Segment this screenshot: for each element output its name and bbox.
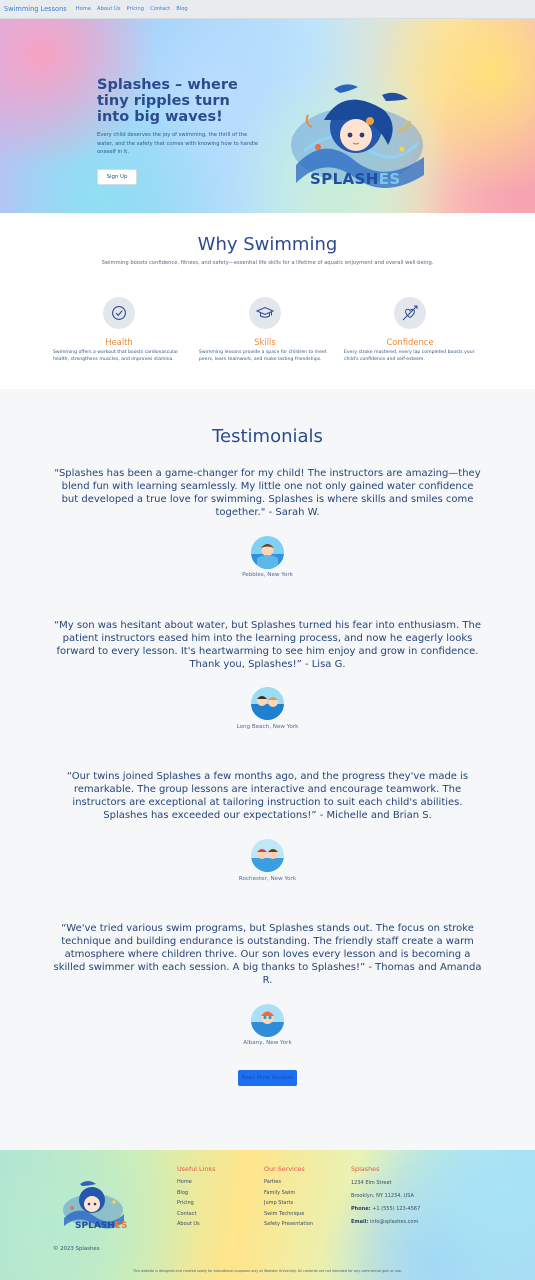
testimonial-quote: "Splashes has been a game-changer for my… bbox=[54, 468, 481, 518]
feature-title: Confidence bbox=[386, 337, 434, 347]
feature-text: Swimming lessons provide a space for chi… bbox=[199, 350, 327, 362]
testimonial-location: Albany, New York bbox=[243, 1040, 292, 1046]
sign-up-button[interactable]: Sign Up bbox=[97, 169, 137, 185]
footer-link-blog[interactable]: Blog bbox=[177, 1188, 215, 1199]
avatar bbox=[251, 687, 284, 720]
feature-icon-wrapper bbox=[103, 297, 135, 329]
avatar bbox=[251, 1004, 284, 1037]
testimonial-location: Pebbles, New York bbox=[242, 572, 293, 578]
nav-link-home[interactable]: Home bbox=[76, 6, 91, 12]
hero-logo-main: SPLASH bbox=[310, 170, 379, 188]
copyright: © 2023 Splashes bbox=[53, 1246, 100, 1252]
feature-confidence: Confidence Every stroke mastered, every … bbox=[344, 297, 476, 363]
footer-logo-text: SPLASHES bbox=[75, 1221, 127, 1231]
email-link[interactable]: info@splashes.com bbox=[370, 1219, 418, 1225]
nav-link-contact[interactable]: Contact bbox=[150, 6, 170, 12]
phone-label: Phone: bbox=[351, 1206, 371, 1212]
footer-logo-accent: ES bbox=[114, 1221, 128, 1231]
testimonial-quote: “We've tried various swim programs, but … bbox=[53, 923, 482, 986]
testimonial-location: Long Beach, New York bbox=[236, 724, 299, 730]
contact-phone: Phone: +1 (555) 123-4567 bbox=[351, 1203, 420, 1216]
column-heading: Our Services bbox=[264, 1165, 305, 1173]
heart-arrow-icon bbox=[402, 305, 418, 321]
column-heading: Splashes bbox=[351, 1165, 380, 1173]
brand-link[interactable]: Swimming Lessons bbox=[4, 5, 67, 13]
avatar bbox=[251, 536, 284, 569]
why-subtitle: Swimming boosts confidence, fitness, and… bbox=[101, 260, 434, 266]
why-swimming-section: Why Swimming Swimming boosts confidence,… bbox=[0, 213, 535, 389]
avatar bbox=[251, 839, 284, 872]
contact-city: Brooklyn, NY 11234, USA bbox=[351, 1193, 414, 1199]
feature-icon-wrapper bbox=[394, 297, 426, 329]
column-heading: Useful Links bbox=[177, 1165, 216, 1173]
footer-logo-main: SPLASH bbox=[75, 1221, 115, 1231]
contact-street: 1234 Elm Street bbox=[351, 1180, 392, 1186]
phone-value: +1 (555) 123-4567 bbox=[372, 1206, 421, 1212]
avatar-image bbox=[251, 687, 284, 720]
top-navbar: Swimming Lessons Home About Us Pricing C… bbox=[0, 0, 535, 19]
footer-link-pricing[interactable]: Pricing bbox=[177, 1198, 215, 1209]
testimonial-quote: “My son was hesitant about water, but Sp… bbox=[53, 620, 482, 670]
feature-text: Every stroke mastered, every lap complet… bbox=[344, 350, 475, 362]
testimonial-location: Rochester, New York bbox=[238, 876, 297, 882]
hero-description: Every child deserves the joy of swimming… bbox=[97, 132, 259, 156]
feature-health: Health Swimming offers a workout that bo… bbox=[53, 297, 185, 363]
feature-text: Swimming offers a workout that boosts ca… bbox=[53, 350, 179, 362]
contact-email: Email: info@splashes.com bbox=[351, 1216, 420, 1229]
why-title: Why Swimming bbox=[197, 234, 338, 255]
footer-link-contact[interactable]: Contact bbox=[177, 1209, 215, 1220]
hero-logo-accent: ES bbox=[378, 170, 401, 188]
hero-logo-text: SPLASHES bbox=[310, 170, 401, 188]
hero-title: Splashes – where tiny ripples turn into … bbox=[97, 77, 238, 125]
footer-link-home[interactable]: Home bbox=[177, 1177, 215, 1188]
service-link-jump-starts[interactable]: Jump Starts bbox=[264, 1198, 313, 1209]
nav-link-about-us[interactable]: About Us bbox=[97, 6, 121, 12]
feature-skills: Skills Swimming lessons provide a space … bbox=[199, 297, 331, 363]
service-link-family-swim[interactable]: Family Swim bbox=[264, 1188, 313, 1199]
useful-links-column: Useful Links Home Blog Pricing Contact A… bbox=[177, 1165, 215, 1230]
email-label: Email: bbox=[351, 1219, 369, 1225]
check-circle-icon bbox=[112, 306, 126, 320]
feature-title: Health bbox=[105, 337, 133, 347]
graduation-cap-icon bbox=[256, 306, 274, 318]
service-link-parties[interactable]: Parties bbox=[264, 1177, 313, 1188]
testimonial-quote: “Our twins joined Splashes a few months … bbox=[66, 771, 469, 821]
feature-title: Skills bbox=[254, 337, 276, 347]
avatar-image bbox=[251, 536, 284, 569]
footer-link-about-us[interactable]: About Us bbox=[177, 1219, 215, 1230]
read-more-reviews-button[interactable]: Read More Reviews bbox=[238, 1070, 297, 1086]
feature-icon-wrapper bbox=[249, 297, 281, 329]
hero-illustration bbox=[291, 84, 424, 189]
service-link-swim-technique[interactable]: Swim Technique bbox=[264, 1209, 313, 1220]
hero-section: Splashes – where tiny ripples turn into … bbox=[0, 19, 535, 213]
nav-link-blog[interactable]: Blog bbox=[176, 6, 187, 12]
contact-column: Splashes 1234 Elm Street Brooklyn, NY 11… bbox=[351, 1165, 420, 1229]
avatar-image bbox=[251, 839, 284, 872]
avatar-image bbox=[251, 1004, 284, 1037]
testimonials-title: Testimonials bbox=[212, 426, 323, 447]
footer: SPLASHES © 2023 Splashes Useful Links Ho… bbox=[0, 1150, 535, 1280]
nav-link-pricing[interactable]: Pricing bbox=[127, 6, 145, 12]
service-link-safety-presentation[interactable]: Safety Presentation bbox=[264, 1219, 313, 1230]
services-column: Our Services Parties Family Swim Jump St… bbox=[264, 1165, 313, 1230]
disclaimer: This website is designed and created sol… bbox=[132, 1269, 403, 1273]
